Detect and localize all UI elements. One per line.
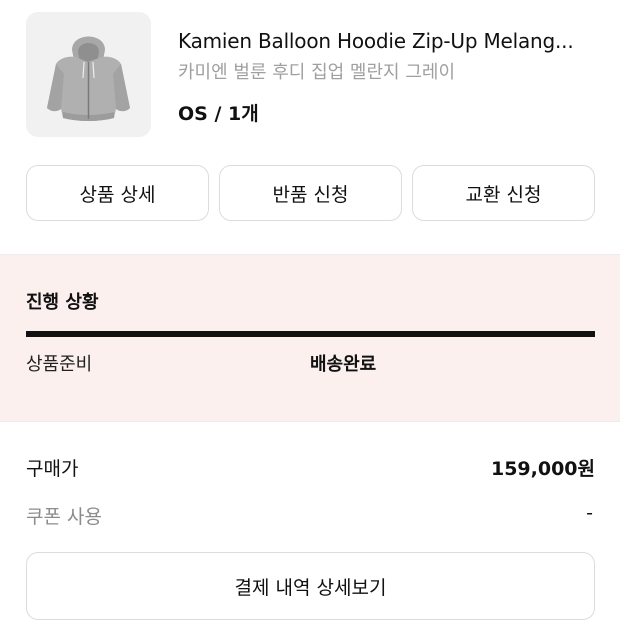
exchange-request-button[interactable]: 교환 신청 xyxy=(412,165,595,221)
product-detail-button[interactable]: 상품 상세 xyxy=(26,165,209,221)
return-request-button[interactable]: 반품 신청 xyxy=(219,165,402,221)
progress-status-section: 진행 상황 상품준비 배송완료 xyxy=(0,254,620,422)
purchase-price-row: 구매가 159,000원 xyxy=(26,454,595,480)
product-subtitle: 카미엔 벌룬 후디 집업 멜란지 그레이 xyxy=(178,62,456,83)
product-name[interactable]: Kamien Balloon Hoodie Zip-Up Melang... xyxy=(178,29,596,53)
purchase-price-label: 구매가 xyxy=(26,458,79,480)
status-title: 진행 상황 xyxy=(26,292,99,313)
purchase-price-value: 159,000원 xyxy=(490,458,595,480)
coupon-label: 쿠폰 사용 xyxy=(26,506,102,528)
status-step-delivered: 배송완료 xyxy=(310,354,377,375)
status-step-preparing: 상품준비 xyxy=(26,354,93,375)
product-option: OS / 1개 xyxy=(178,103,259,125)
hoodie-image xyxy=(47,36,130,121)
order-action-buttons: 상품 상세 반품 신청 교환 신청 xyxy=(26,165,595,221)
payment-detail-button[interactable]: 결제 내역 상세보기 xyxy=(26,552,595,620)
product-summary[interactable]: Kamien Balloon Hoodie Zip-Up Melang... 카… xyxy=(26,12,596,138)
product-thumbnail[interactable] xyxy=(26,12,151,137)
coupon-value: - xyxy=(586,502,593,524)
coupon-row: 쿠폰 사용 - xyxy=(26,502,595,528)
progress-bar xyxy=(26,331,595,337)
